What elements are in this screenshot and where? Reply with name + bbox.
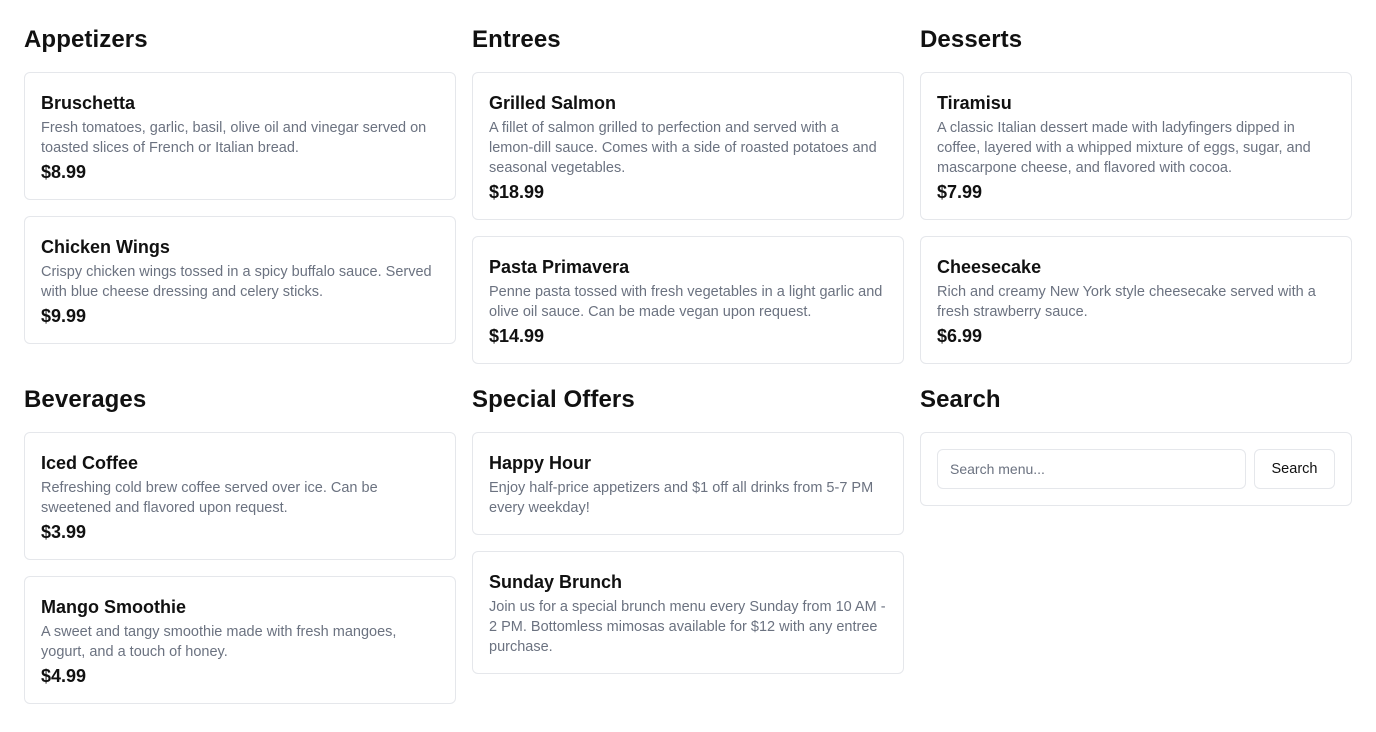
section-title: Desserts [920,26,1023,53]
menu-item-description: Rich and creamy New York style cheesecak… [937,284,1316,320]
menu-item-card: Bruschetta Fresh tomatoes, garlic, basil… [24,72,456,200]
offer-description: Join us for a special brunch menu every … [489,599,886,655]
menu-item-card: Cheesecake Rich and creamy New York styl… [920,236,1352,364]
search-card: Search [920,432,1352,506]
menu-item-name: Cheesecake [937,257,1042,277]
menu-item-name: Tiramisu [937,93,1012,113]
entrees-section: Entrees Grilled Salmon A fillet of salmo… [472,0,904,380]
search-section: Search Search [920,360,1352,506]
menu-item-price: $14.99 [489,326,545,346]
menu-item-card: Chicken Wings Crispy chicken wings tosse… [24,216,456,344]
offer-card: Sunday Brunch Join us for a special brun… [472,551,904,674]
menu-item-card: Mango Smoothie A sweet and tangy smoothi… [24,576,456,704]
offer-name: Sunday Brunch [489,572,623,592]
offer-card: Happy Hour Enjoy half-price appetizers a… [472,432,904,535]
menu-item-description: Penne pasta tossed with fresh vegetables… [489,284,883,320]
appetizers-section: Appetizers Bruschetta Fresh tomatoes, ga… [24,0,456,360]
menu-item-card: Grilled Salmon A fillet of salmon grille… [472,72,904,220]
menu-item-name: Chicken Wings [41,237,170,257]
search-input[interactable] [937,449,1246,489]
menu-item-price: $4.99 [41,666,87,686]
menu-grid: Appetizers Bruschetta Fresh tomatoes, ga… [0,0,1376,732]
special-offers-section: Special Offers Happy Hour Enjoy half-pri… [472,360,904,690]
menu-item-name: Grilled Salmon [489,93,617,113]
section-title: Special Offers [472,386,635,413]
menu-item-name: Pasta Primavera [489,257,630,277]
menu-item-name: Mango Smoothie [41,597,186,617]
menu-item-description: A classic Italian dessert made with lady… [937,120,1311,176]
menu-item-price: $6.99 [937,326,983,346]
section-title: Entrees [472,26,561,53]
section-title: Beverages [24,386,147,413]
section-title: Appetizers [24,26,148,53]
menu-item-description: A sweet and tangy smoothie made with fre… [41,624,397,660]
menu-item-price: $9.99 [41,306,87,326]
desserts-section: Desserts Tiramisu A classic Italian dess… [920,0,1352,380]
section-title: Search [920,386,1001,413]
search-button[interactable]: Search [1254,449,1335,489]
menu-item-name: Bruschetta [41,93,136,113]
menu-item-card: Pasta Primavera Penne pasta tossed with … [472,236,904,364]
menu-item-description: A fillet of salmon grilled to perfection… [489,120,877,176]
menu-item-name: Iced Coffee [41,453,139,473]
menu-item-price: $7.99 [937,182,983,202]
menu-item-price: $18.99 [489,182,545,202]
beverages-section: Beverages Iced Coffee Refreshing cold br… [24,360,456,720]
menu-item-card: Iced Coffee Refreshing cold brew coffee … [24,432,456,560]
menu-item-price: $3.99 [41,522,87,542]
menu-item-card: Tiramisu A classic Italian dessert made … [920,72,1352,220]
offer-description: Enjoy half-price appetizers and $1 off a… [489,480,874,516]
menu-item-description: Crispy chicken wings tossed in a spicy b… [41,264,432,300]
menu-item-price: $8.99 [41,162,87,182]
menu-item-description: Fresh tomatoes, garlic, basil, olive oil… [41,120,427,156]
offer-name: Happy Hour [489,453,592,473]
menu-item-description: Refreshing cold brew coffee served over … [41,480,378,516]
